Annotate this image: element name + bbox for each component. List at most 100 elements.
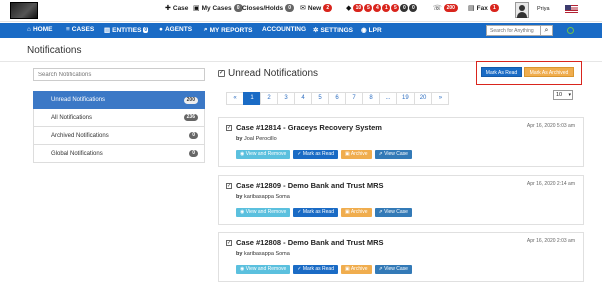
alert-count: 5 xyxy=(391,4,400,12)
by-label: by xyxy=(236,194,243,200)
notification-checkbox[interactable]: ✓ xyxy=(226,183,232,189)
nav-entities-label: ENTITIES xyxy=(112,26,142,34)
sidebar-item-label: Unread Notifications xyxy=(51,97,106,103)
sidebar-item-label: All Notifications xyxy=(51,114,93,121)
notification-folder-list: Unread Notifications 200 All Notificatio… xyxy=(33,91,205,163)
closes-holds-link[interactable]: Closes/Holds 0 xyxy=(242,4,295,12)
page-prev[interactable]: « xyxy=(226,92,244,105)
nav-accounting[interactable]: ACCOUNTING xyxy=(262,26,306,33)
search-icon[interactable]: ⌕ xyxy=(541,25,553,36)
by-label: by xyxy=(236,136,243,142)
global-search-input[interactable] xyxy=(486,25,541,36)
mark-as-read-button[interactable]: ✓ Mark as Read xyxy=(293,150,338,159)
archive-button[interactable]: ▣ Archive xyxy=(340,265,372,274)
page-link[interactable]: 1 xyxy=(243,92,261,105)
nav-my-reports[interactable]: ⌕ MY REPORTS xyxy=(204,26,253,34)
nav-home-label: HOME xyxy=(32,26,53,33)
page-link[interactable]: 2 xyxy=(260,92,278,105)
button-label: View Case xyxy=(384,151,408,157)
button-label: View and Remove xyxy=(245,209,287,215)
view-case-button[interactable]: ⇗ View Case xyxy=(374,208,412,217)
notification-card: ✓ Case #12808 - Demo Bank and Trust MRS … xyxy=(218,232,584,282)
phone-link[interactable]: ☏ 200 xyxy=(433,4,458,12)
page-link[interactable]: 4 xyxy=(294,92,312,105)
sidebar-item-count: 0 xyxy=(189,132,198,139)
page-link[interactable]: 3 xyxy=(277,92,295,105)
sidebar-item-label: Archived Notifications xyxy=(51,132,109,139)
new-count: 2 xyxy=(323,4,333,12)
notification-card: ✓ Case #12809 - Demo Bank and Trust MRS … xyxy=(218,175,584,225)
sidebar-item-archived[interactable]: Archived Notifications 0 xyxy=(33,127,205,145)
status-indicator-icon xyxy=(567,27,574,34)
sidebar-item-unread[interactable]: Unread Notifications 200 xyxy=(33,91,205,109)
plus-icon: ✚ xyxy=(165,5,171,12)
page-link[interactable]: 5 xyxy=(311,92,329,105)
new-case-link[interactable]: ✚ Case xyxy=(165,4,188,13)
nav-cases[interactable]: ≡ CASES xyxy=(66,26,94,33)
button-label: Mark as Read xyxy=(302,266,334,272)
search-notifications-input[interactable] xyxy=(33,68,205,81)
list-icon: ≡ xyxy=(66,26,70,33)
notification-checkbox[interactable]: ✓ xyxy=(226,240,232,246)
button-label: View and Remove xyxy=(245,266,287,272)
user-icon: ● xyxy=(159,26,163,33)
page-link[interactable]: 20 xyxy=(413,92,433,105)
nav-settings-label: SETTINGS xyxy=(320,26,353,34)
nav-lpr-label: LPR xyxy=(368,26,382,34)
notification-title[interactable]: Case #12814 - Graceys Recovery System xyxy=(236,123,382,132)
my-cases-link[interactable]: ▣ My Cases 0 xyxy=(193,4,243,12)
view-and-remove-button[interactable]: ◉ View and Remove xyxy=(236,150,291,159)
nav-lpr[interactable]: ◉ LPR xyxy=(361,26,382,35)
sidebar-item-count: 200 xyxy=(183,96,198,104)
new-link[interactable]: ✉ New 2 xyxy=(300,4,333,12)
page-link[interactable]: 8 xyxy=(362,92,380,105)
fax-link[interactable]: ▤ Fax 1 xyxy=(468,4,499,12)
nav-entities[interactable]: ▥ ENTITIES 0 xyxy=(104,26,149,34)
pagination: « 1 2 3 4 5 6 7 8 ... 19 20 » xyxy=(226,92,450,105)
select-all-checkbox[interactable]: ✓ xyxy=(218,70,225,77)
notification-date: Apr 16, 2020 2:14 am xyxy=(526,181,575,187)
nav-agents[interactable]: ● AGENTS xyxy=(159,26,192,33)
sidebar-item-all[interactable]: All Notifications 236 xyxy=(33,109,205,127)
nav-home[interactable]: ⌂ HOME xyxy=(27,26,52,33)
per-page-select[interactable]: 10 xyxy=(553,90,573,100)
archive-button[interactable]: ▣ Archive xyxy=(340,150,372,159)
notification-date: Apr 16, 2020 2:03 am xyxy=(526,238,575,244)
mark-as-read-button[interactable]: ✓ Mark as Read xyxy=(293,265,338,274)
closes-holds-count: 0 xyxy=(285,4,295,12)
page-next[interactable]: » xyxy=(431,92,450,105)
phone-count: 200 xyxy=(443,4,458,12)
home-icon: ⌂ xyxy=(27,26,31,33)
mark-as-read-button[interactable]: Mark As Read xyxy=(481,67,522,77)
sidebar-item-count: 236 xyxy=(183,114,198,121)
us-flag-icon[interactable] xyxy=(565,5,578,13)
button-label: Mark as Read xyxy=(302,209,334,215)
notification-author-line: by karibasappa Soma xyxy=(236,194,290,200)
nav-settings[interactable]: ✲ SETTINGS xyxy=(313,26,353,35)
notification-checkbox[interactable]: ✓ xyxy=(226,125,232,131)
phone-icon: ☏ xyxy=(433,5,442,12)
alerts-group[interactable]: ◆ 10 5 4 1 5 0 0 xyxy=(346,4,418,12)
view-and-remove-button[interactable]: ◉ View and Remove xyxy=(236,208,291,217)
alert-count: 10 xyxy=(353,4,364,12)
button-label: View Case xyxy=(384,266,408,272)
mark-as-read-button[interactable]: ✓ Mark as Read xyxy=(293,208,338,217)
company-logo[interactable] xyxy=(10,2,38,19)
view-and-remove-button[interactable]: ◉ View and Remove xyxy=(236,265,291,274)
notification-author: karibasappa Soma xyxy=(243,194,290,200)
notification-title[interactable]: Case #12809 - Demo Bank and Trust MRS xyxy=(236,181,384,190)
by-label: by xyxy=(236,251,243,257)
notification-author: Joal Perocillo xyxy=(243,136,277,142)
archive-button[interactable]: ▣ Archive xyxy=(340,208,372,217)
user-name[interactable]: Priya xyxy=(537,6,550,12)
page-link[interactable]: 7 xyxy=(345,92,363,105)
notification-title[interactable]: Case #12808 - Demo Bank and Trust MRS xyxy=(236,238,384,247)
page-link[interactable]: 19 xyxy=(396,92,415,105)
view-case-button[interactable]: ⇗ View Case xyxy=(374,150,412,159)
view-case-button[interactable]: ⇗ View Case xyxy=(374,265,412,274)
search-icon: ⌕ xyxy=(204,26,208,33)
avatar[interactable] xyxy=(515,2,529,18)
page-link[interactable]: 6 xyxy=(328,92,346,105)
sidebar-item-global[interactable]: Global Notifications 0 xyxy=(33,145,205,163)
mark-as-archived-button[interactable]: Mark As Archived xyxy=(524,67,574,77)
